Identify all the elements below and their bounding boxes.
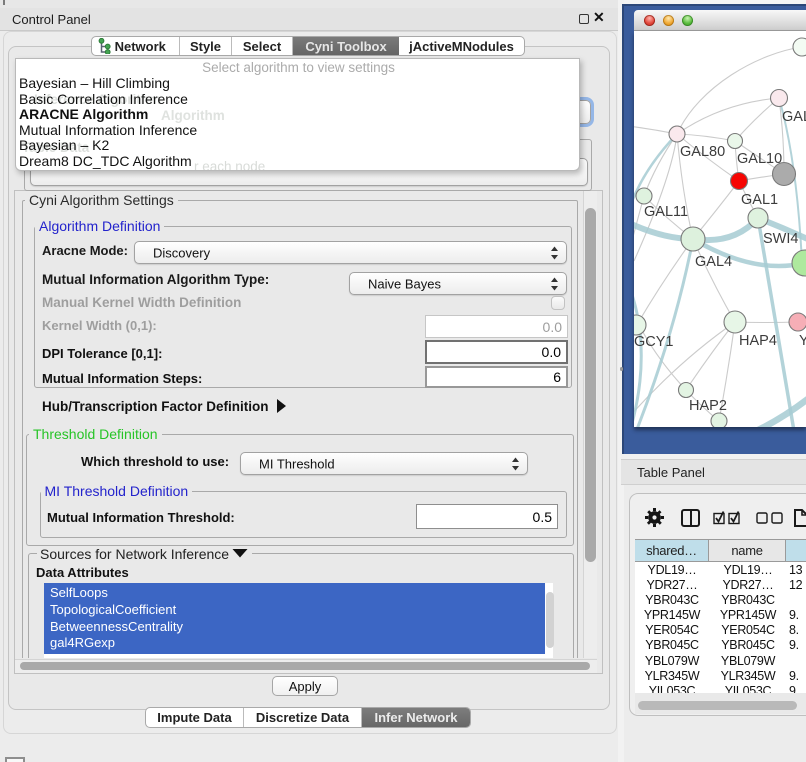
svg-text:GAL80: GAL80 (680, 144, 725, 160)
svg-text:HAP2: HAP2 (689, 398, 727, 414)
svg-text:GAL11: GAL11 (644, 204, 688, 220)
svg-text:GAL1: GAL1 (741, 192, 778, 208)
svg-text:GAL4: GAL4 (695, 254, 732, 270)
svg-text:GAL7: GAL7 (782, 109, 806, 125)
svg-text:SWI4: SWI4 (763, 231, 798, 247)
svg-text:HAP4: HAP4 (739, 333, 777, 349)
svg-text:GCY1: GCY1 (634, 334, 674, 350)
svg-text:GAL10: GAL10 (737, 151, 782, 167)
svg-text:Y: Y (799, 333, 806, 349)
